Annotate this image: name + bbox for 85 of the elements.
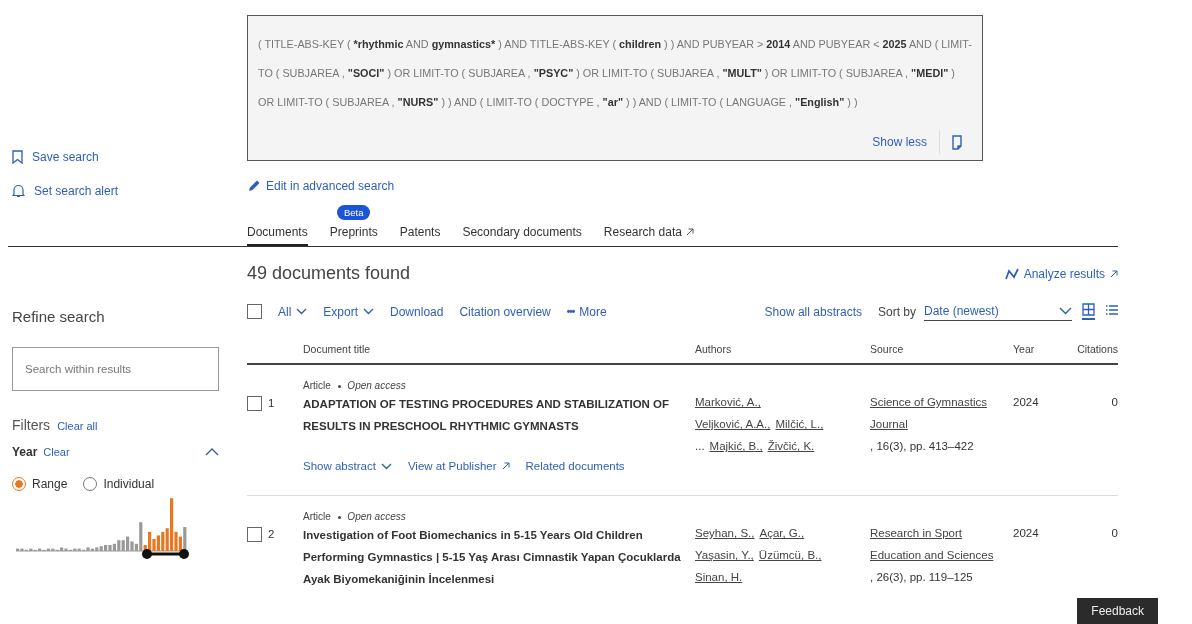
- document-type: Article: [303, 380, 331, 391]
- select-all-checkbox[interactable]: [247, 304, 262, 319]
- edit-advanced-search-link[interactable]: Edit in advanced search: [247, 179, 395, 193]
- radio-icon[interactable]: [12, 477, 26, 491]
- source-detail: , 16(3), pp. 413–422: [870, 439, 975, 454]
- clear-year-link[interactable]: Clear: [43, 446, 70, 458]
- chevron-icon: [296, 308, 308, 315]
- author-link[interactable]: Živčić, K.: [767, 435, 815, 457]
- column-header[interactable]: Citations: [1063, 343, 1118, 355]
- more-menu[interactable]: ••• More: [566, 304, 607, 319]
- chevron-icon: [380, 462, 392, 470]
- access-label: Open access: [347, 380, 406, 391]
- author-link[interactable]: Majkić, B.,: [709, 435, 763, 457]
- search-within-field[interactable]: Search within results: [12, 347, 219, 391]
- external-link-icon: [1110, 269, 1118, 278]
- source-link[interactable]: Science of Gymnastics Journal: [870, 391, 1013, 435]
- author-link[interactable]: Veljković, A.A.,: [695, 413, 771, 435]
- table-icon: [1082, 303, 1095, 316]
- document-type: Article: [303, 511, 331, 522]
- year-mode-radio[interactable]: Range: [12, 477, 68, 491]
- citations-cell-text: 0: [1110, 526, 1118, 541]
- trend-icon: [1004, 267, 1019, 280]
- source-link[interactable]: Research in Sport Education and Sciences: [870, 522, 1013, 566]
- row-number: 1: [268, 396, 275, 411]
- year-mode-radio[interactable]: Individual: [83, 477, 155, 491]
- author-link[interactable]: Marković, A.,: [695, 391, 761, 413]
- show-all-abstracts-link[interactable]: Show all abstracts: [764, 304, 862, 319]
- view-at-publisher-link[interactable]: View at Publisher: [407, 455, 510, 477]
- download-link[interactable]: Download: [390, 304, 444, 319]
- tab[interactable]: Preprints: [329, 223, 378, 246]
- chevron-icon: [1059, 307, 1072, 315]
- citation-overview-link[interactable]: Citation overview: [459, 304, 551, 319]
- separator-dot-icon: [337, 515, 341, 519]
- sort-dropdown[interactable]: Date (newest): [924, 302, 1072, 321]
- column-header[interactable]: Source: [870, 343, 1013, 355]
- row-number: 2: [268, 527, 275, 542]
- bell-icon: [12, 184, 25, 198]
- year-label: Year: [12, 445, 38, 459]
- chevron-icon: [363, 308, 375, 315]
- list-icon: [1105, 303, 1118, 316]
- document-title-link[interactable]: ADAPTATION OF TESTING PROCEDURES AND STABILIZATION OF RESULTS IN PRESCHOOL RHYTHMIC GYMNASTS: [303, 393, 688, 437]
- pencil-icon: [247, 179, 261, 193]
- row-checkbox[interactable]: [247, 526, 262, 542]
- author-link[interactable]: Üzümcü, B.,: [758, 544, 822, 566]
- export-dropdown[interactable]: Export: [323, 304, 375, 319]
- feedback-button[interactable]: Feedback: [1077, 598, 1158, 624]
- column-header[interactable]: Document title: [247, 343, 695, 355]
- refine-search-title: Refine search: [12, 308, 106, 325]
- select-all-dropdown[interactable]: All: [278, 304, 308, 319]
- author-link[interactable]: Yaşasin, Y.,: [695, 544, 754, 566]
- set-alert-link[interactable]: Set search alert: [12, 184, 247, 198]
- related-documents-link[interactable]: Related documents: [525, 455, 625, 477]
- column-header[interactable]: Year: [1013, 343, 1063, 355]
- copy-icon[interactable]: [952, 134, 964, 150]
- year-cell-text: 2024: [1013, 395, 1040, 410]
- separator-dot-icon: [337, 384, 341, 388]
- show-less-link[interactable]: Show less: [872, 135, 927, 149]
- save-search-link[interactable]: Save search: [12, 150, 247, 164]
- author-link[interactable]: Seyhan, S.,: [695, 522, 755, 544]
- tab[interactable]: Research data: [603, 223, 694, 246]
- document-title-link[interactable]: Investigation of Foot Biomechanics in 5-15 Years Old Children Performing Gymnastics | 5-15 Yaş Arası Cimnastik Yapan Çocuklarda Ayak Biyomekaniğinin İncelenmesi: [303, 524, 688, 590]
- citations-cell-text: 0: [1110, 395, 1118, 410]
- beta-badge: Beta: [336, 205, 371, 220]
- author-link[interactable]: Sinan, H.: [695, 566, 743, 588]
- results-count: 49 documents found: [247, 263, 411, 284]
- clear-all-link[interactable]: Clear all: [57, 420, 98, 432]
- bookmark-icon: [12, 150, 23, 164]
- filters-title: Filters: [12, 417, 51, 433]
- sort-label: Sort by: [878, 304, 916, 319]
- source-detail: , 26(3), pp. 119–125: [870, 570, 974, 585]
- author-link[interactable]: Açar, G.,: [759, 522, 805, 544]
- tab[interactable]: Patents: [399, 223, 441, 246]
- row-checkbox[interactable]: [247, 395, 262, 411]
- analyze-results-link[interactable]: Analyze results: [1004, 266, 1118, 281]
- show-abstract-toggle[interactable]: Show abstract: [303, 455, 392, 477]
- author-link[interactable]: Milčić, L.,: [775, 413, 824, 435]
- search-query-text: ( TITLE-ABS-KEY ( *rhythmic AND gymnastics* ) AND TITLE-ABS-KEY ( children ) ) AND PUBYEAR > 2014 AND PUBYEAR < 2025 AND ( LIMIT-TO ( SUBJAREA , "SOCI" ) OR LIMIT-TO ( SUBJAREA , "PSYC" ) OR LIMIT-TO ( SUBJAREA , "MULT" ) OR LIMIT-TO ( SUBJAREA , "MEDI" ) OR LIMIT-TO ( SUBJAREA , "NURS" ) ) AND ( LIMIT-TO ( DOCTYPE , "ar" ) ) AND ( LIMIT-TO ( LANGUAGE , "English" ) ): [258, 37, 972, 110]
- year-cell-text: 2024: [1013, 526, 1040, 541]
- ellipsis-text: ...: [695, 439, 705, 454]
- tab[interactable]: Secondary documents: [462, 223, 582, 246]
- access-label: Open access: [347, 511, 406, 522]
- external-link-icon: [501, 462, 510, 470]
- column-header[interactable]: Authors: [695, 343, 870, 355]
- chevron-icon[interactable]: [205, 448, 219, 456]
- table-view-button[interactable]: [1082, 303, 1095, 320]
